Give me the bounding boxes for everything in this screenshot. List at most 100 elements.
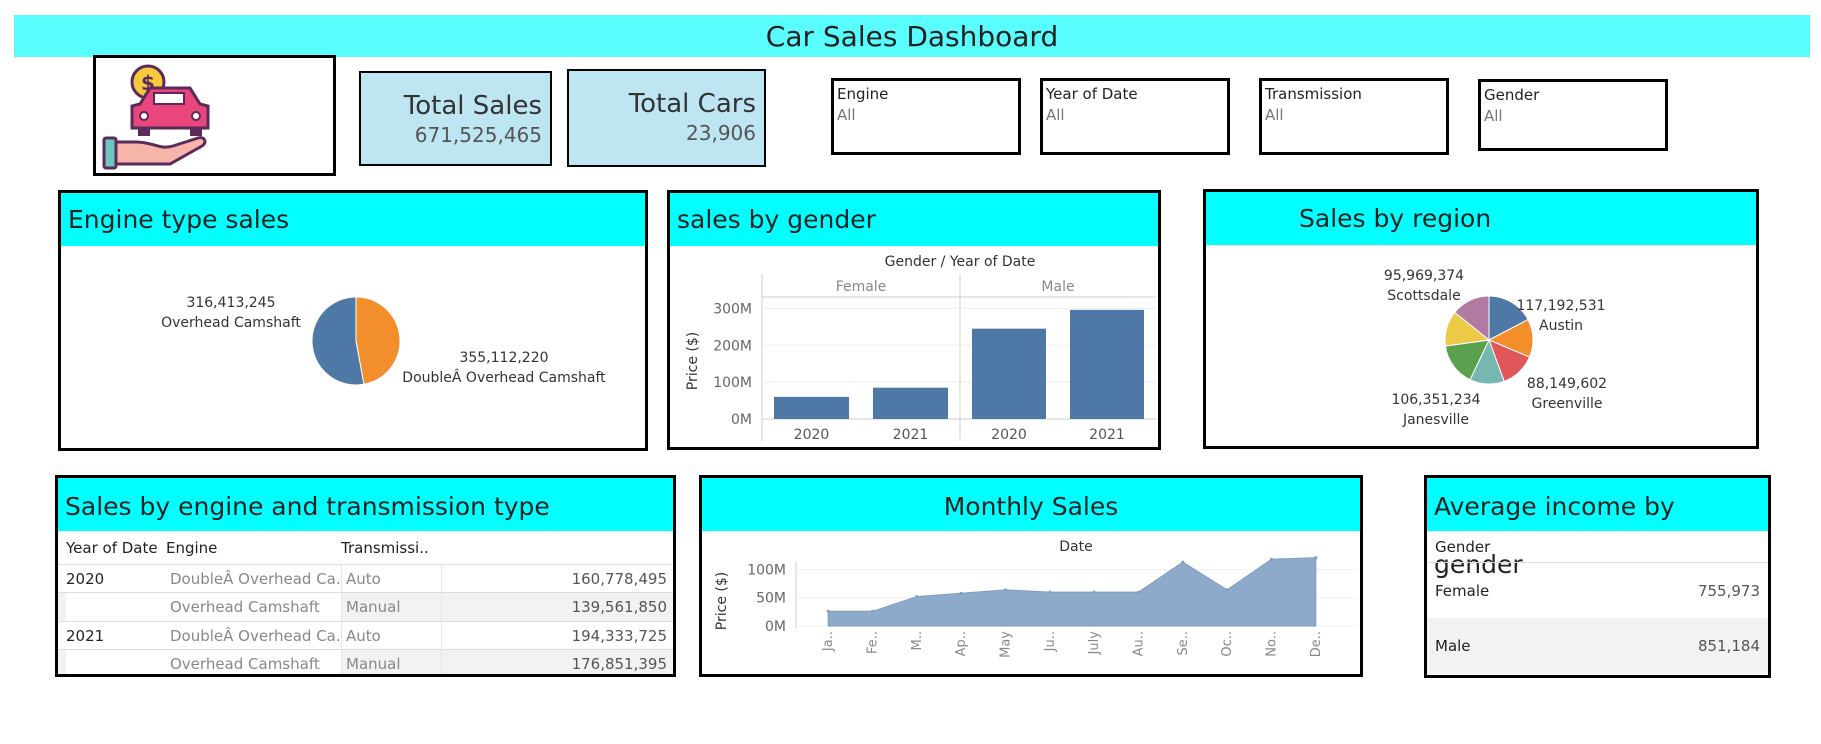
total-sales-value: 671,525,465 (414, 123, 542, 147)
bar (774, 396, 849, 419)
table-row: Male 851,184 (1427, 618, 1768, 674)
engine-transmission-title: Sales by engine and transmission type (58, 478, 673, 531)
pie-slice (311, 296, 365, 386)
cell-value: 139,561,850 (441, 593, 671, 621)
income-title: Average income by gender (1427, 478, 1768, 579)
cell-year: 2020 (66, 570, 105, 588)
cell-year (66, 650, 166, 674)
slice-value-label: 117,192,531 (1516, 298, 1605, 314)
filter-year-label: Year of Date (1046, 85, 1138, 103)
cell-year: 2021 (66, 627, 105, 645)
engine-sales-panel: Engine type sales 316,413,245 Overhead Ca… (58, 190, 648, 451)
x-tick-label: 2020 (794, 427, 830, 443)
group-label: Female (836, 279, 887, 295)
x-tick-label: Au.. (1132, 631, 1147, 656)
engine-transmission-table: Year of Date Engine Transmissi.. 2020 Do… (58, 537, 673, 674)
total-cars-label: Total Cars (628, 89, 756, 119)
x-tick-label: 2021 (893, 427, 929, 443)
table-row: Overhead Camshaft Manual 139,561,850 (58, 592, 673, 621)
x-tick-label: July (1087, 631, 1102, 656)
slice-value-label: 95,969,374 (1384, 268, 1464, 284)
x-tick-label: No.. (1265, 631, 1280, 657)
filter-transmission[interactable]: Transmission All (1259, 78, 1449, 155)
total-sales-label: Total Sales (403, 91, 542, 121)
chart-header: Date (1059, 539, 1092, 555)
slice-value-label: 355,112,220 (459, 350, 548, 366)
slice-name-label: DoubleÂ Overhead Camshaft (402, 368, 606, 386)
gender-sales-panel: sales by gender Gender / Year of Date Pri… (667, 190, 1161, 450)
data-point (1181, 560, 1185, 564)
y-tick-label: 100M (713, 375, 752, 391)
column-header-engine: Engine (166, 539, 218, 557)
cell-engine: DoubleÂ Overhead Ca.. (170, 570, 341, 588)
total-sales-card: Total Sales 671,525,465 (359, 71, 552, 166)
y-tick-label: 200M (713, 338, 752, 354)
data-point (959, 591, 963, 595)
filter-gender-value[interactable]: All (1484, 107, 1662, 125)
x-tick-label: Oc.. (1220, 631, 1235, 657)
filter-engine-value[interactable]: All (837, 106, 1015, 124)
x-tick-label: 2020 (991, 427, 1027, 443)
slice-name-label: Scottsdale (1387, 288, 1460, 304)
slice-name-label: Austin (1539, 318, 1583, 334)
y-tick-label: 0M (731, 412, 752, 428)
y-tick-label: 300M (713, 301, 752, 317)
cell-value: 160,778,495 (441, 565, 671, 593)
filter-engine[interactable]: Engine All (831, 78, 1021, 155)
bar (873, 387, 948, 419)
data-point (1092, 590, 1096, 594)
filter-year-value[interactable]: All (1046, 106, 1224, 124)
data-point (915, 595, 919, 599)
gender-sales-title: sales by gender (670, 193, 1158, 246)
cell-income: 851,184 (1697, 637, 1760, 655)
cell-year (66, 593, 166, 621)
cell-engine: Overhead Camshaft (166, 650, 341, 674)
slice-value-label: 106,351,234 (1391, 392, 1480, 408)
y-tick-label: 100M (747, 562, 786, 578)
filter-gender[interactable]: Gender All (1478, 79, 1668, 151)
total-cars-card: Total Cars 23,906 (567, 69, 766, 167)
engine-sales-title: Engine type sales (61, 193, 645, 246)
x-tick-label: May (999, 631, 1014, 658)
y-axis-label: Price ($) (685, 332, 701, 390)
engine-pie-chart: 316,413,245 Overhead Camshaft 355,112,220 D… (161, 295, 606, 386)
income-panel: Average income by gender Gender Female 7… (1424, 475, 1771, 678)
dashboard-title: Car Sales Dashboard (765, 20, 1059, 53)
monthly-sales-title: Monthly Sales (702, 478, 1360, 531)
engine-transmission-panel: Sales by engine and transmission type Ye… (55, 475, 676, 677)
filter-year[interactable]: Year of Date All (1040, 78, 1230, 155)
cell-transmission: Auto (341, 565, 441, 593)
table-header-row: Year of Date Engine Transmissi.. (58, 537, 673, 559)
bar (972, 328, 1046, 419)
cell-gender: Female (1435, 582, 1490, 600)
column-header-gender: Gender (1435, 538, 1491, 556)
region-sales-title: Sales by region (1206, 192, 1756, 245)
x-tick-label: Se.. (1176, 631, 1191, 656)
header-bar: Car Sales Dashboard (14, 15, 1810, 57)
filter-gender-label: Gender (1484, 86, 1540, 104)
y-axis-label: Price ($) (714, 572, 730, 630)
table-row: Female 755,973 (1427, 562, 1768, 619)
region-sales-panel: Sales by region 117,192,531 Austin 88,149,… (1203, 189, 1759, 449)
logo-box: $ (93, 55, 336, 176)
x-tick-label: Ap.. (954, 631, 969, 656)
data-point (1314, 556, 1318, 560)
area-series (827, 557, 1317, 627)
data-point (871, 609, 874, 613)
x-tick-label: Fe.. (866, 631, 881, 654)
filter-transmission-label: Transmission (1265, 85, 1362, 103)
cell-income: 755,973 (1697, 582, 1760, 600)
x-tick-label: Ju.. (1043, 631, 1058, 652)
x-tick-label: 2021 (1089, 427, 1125, 443)
data-point (1225, 588, 1229, 592)
slice-value-label: 88,149,602 (1527, 376, 1607, 392)
gender-bar-chart: Gender / Year of Date Price ($) 0M 100M 200M… (685, 254, 1156, 443)
data-point (1004, 588, 1007, 592)
bar (1070, 309, 1144, 419)
total-cars-value: 23,906 (686, 121, 756, 145)
table-row: Overhead Camshaft Manual 176,851,395 (58, 649, 673, 674)
filter-engine-label: Engine (837, 85, 889, 103)
pie-slice (355, 296, 401, 385)
filter-transmission-value[interactable]: All (1265, 106, 1443, 124)
data-point (826, 609, 830, 613)
